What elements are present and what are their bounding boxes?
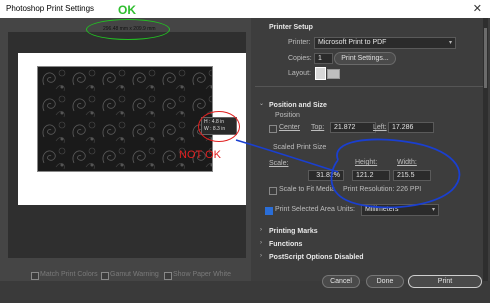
print-button[interactable]: Print [408, 275, 482, 288]
blue-annotation-arrow [235, 139, 339, 173]
done-button[interactable]: Done [366, 275, 404, 288]
footer-bar: Cancel Done Print [0, 275, 490, 303]
cancel-button[interactable]: Cancel [322, 275, 360, 288]
blue-annotation-ellipse [330, 138, 461, 209]
blue-annotation-overlay [235, 138, 461, 209]
